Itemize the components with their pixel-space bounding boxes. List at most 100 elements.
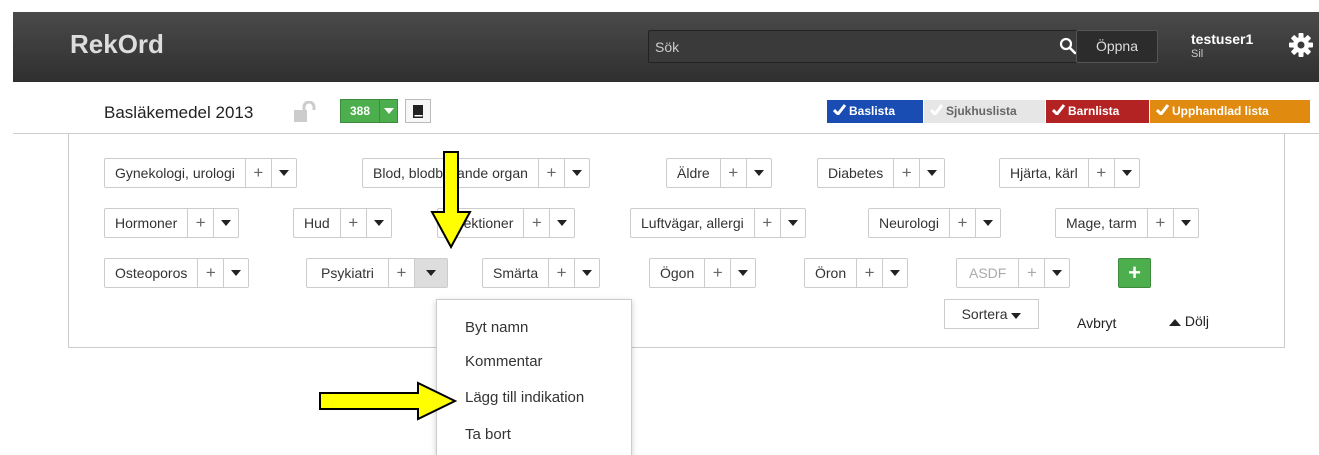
add-item-button[interactable]: +: [894, 159, 921, 187]
add-group-button[interactable]: +: [1118, 258, 1151, 288]
tag-upphandlad-lista[interactable]: Upphandlad lista: [1150, 100, 1310, 123]
top-navbar: RekOrd Sök Öppna testuser1 Sil: [13, 12, 1319, 82]
group-smarta: Smärta +: [482, 258, 601, 288]
list-toolbar: Basläkemedel 2013 388 Baslista Sjukhusli…: [13, 82, 1319, 134]
group-label[interactable]: ASDF: [957, 259, 1020, 287]
chevron-down-icon[interactable]: [272, 159, 296, 187]
chevron-down-icon[interactable]: [1115, 159, 1139, 187]
add-item-button[interactable]: +: [755, 209, 781, 237]
chevron-down-icon[interactable]: [1045, 259, 1069, 287]
menu-item-add-indication[interactable]: Lägg till indikation: [465, 389, 584, 406]
group-context-menu: Byt namn Kommentar Lägg till indikation …: [436, 299, 632, 455]
group-neurologi: Neurologi +: [868, 208, 1001, 238]
group-mage-tarm: Mage, tarm +: [1055, 208, 1199, 238]
group-label[interactable]: Neurologi: [869, 209, 950, 237]
book-button[interactable]: [405, 99, 431, 123]
chevron-down-icon[interactable]: [414, 259, 447, 287]
group-osteoporos: Osteoporos +: [104, 258, 250, 288]
add-item-button[interactable]: +: [341, 209, 367, 237]
unlock-icon[interactable]: [293, 100, 317, 128]
open-button[interactable]: Öppna: [1076, 30, 1158, 63]
group-label[interactable]: Gynekologi, urologi: [105, 159, 246, 187]
chevron-down-icon: [1011, 313, 1022, 319]
add-item-button[interactable]: +: [950, 209, 976, 237]
group-hud: Hud +: [293, 208, 392, 238]
arrow-right-annotation-icon: [319, 381, 458, 421]
add-item-button[interactable]: +: [857, 259, 884, 287]
group-hjarta-karl: Hjärta, kärl +: [999, 158, 1140, 188]
tag-barnlista[interactable]: Barnlista: [1046, 100, 1149, 123]
sort-button[interactable]: Sortera: [944, 299, 1039, 329]
menu-item-rename[interactable]: Byt namn: [465, 319, 528, 336]
tag-baslista[interactable]: Baslista: [827, 100, 923, 123]
checkmark-icon: [929, 100, 944, 123]
checkmark-icon: [1155, 100, 1170, 123]
app-brand[interactable]: RekOrd: [70, 29, 164, 60]
chevron-down-icon[interactable]: [1174, 209, 1198, 237]
search-input[interactable]: Sök: [648, 30, 1084, 63]
tag-sjukhuslista[interactable]: Sjukhuslista: [924, 100, 1045, 123]
add-item-button[interactable]: +: [524, 209, 551, 237]
menu-item-comment[interactable]: Kommentar: [465, 353, 543, 370]
group-label[interactable]: Smärta: [483, 259, 550, 287]
add-item-button[interactable]: +: [246, 159, 272, 187]
count-button[interactable]: 388: [340, 99, 398, 123]
hide-link[interactable]: Dölj: [1169, 313, 1209, 329]
chevron-down-icon[interactable]: [367, 209, 391, 237]
group-aldre: Äldre +: [666, 158, 772, 188]
group-label[interactable]: Hjärta, kärl: [1000, 159, 1089, 187]
user-menu[interactable]: testuser1 Sil: [1191, 31, 1253, 60]
count-value: 388: [349, 104, 371, 118]
chevron-down-icon[interactable]: [224, 259, 248, 287]
chevron-down-icon[interactable]: [550, 209, 574, 237]
group-label[interactable]: Hormoner: [105, 209, 189, 237]
chevron-down-icon[interactable]: [214, 209, 238, 237]
cancel-link[interactable]: Avbryt: [1077, 315, 1116, 331]
group-label[interactable]: Hud: [294, 209, 341, 237]
group-asdf: ASDF +: [956, 258, 1071, 288]
group-gynekologi-urologi: Gynekologi, urologi +: [104, 158, 297, 188]
chevron-down-icon[interactable]: [565, 159, 589, 187]
group-label[interactable]: Äldre: [667, 159, 721, 187]
add-item-button[interactable]: +: [198, 259, 225, 287]
chevron-down-icon[interactable]: [379, 100, 397, 122]
group-label[interactable]: Mage, tarm: [1056, 209, 1148, 237]
chevron-down-icon[interactable]: [781, 209, 805, 237]
chevron-down-icon[interactable]: [976, 209, 1000, 237]
group-label[interactable]: Öron: [805, 259, 858, 287]
menu-item-delete[interactable]: Ta bort: [465, 426, 511, 443]
chevron-down-icon[interactable]: [883, 259, 907, 287]
add-item-button[interactable]: +: [1089, 159, 1115, 187]
gear-icon[interactable]: [1288, 32, 1314, 63]
add-item-button[interactable]: +: [549, 259, 576, 287]
username: testuser1: [1191, 31, 1254, 47]
checkmark-icon: [1051, 100, 1066, 123]
add-item-button[interactable]: +: [389, 259, 415, 287]
add-item-button[interactable]: +: [539, 159, 565, 187]
group-label[interactable]: Ögon: [650, 259, 706, 287]
chevron-up-icon: [1169, 319, 1181, 326]
list-title: Basläkemedel 2013: [104, 103, 254, 122]
user-subtitle: Sil: [1191, 48, 1204, 60]
search-icon[interactable]: [1059, 37, 1077, 60]
chevron-down-icon[interactable]: [731, 259, 755, 287]
group-label[interactable]: Psykiatri: [307, 259, 389, 287]
group-ogon: Ögon +: [649, 258, 757, 288]
chevron-down-icon[interactable]: [920, 159, 944, 187]
add-item-button[interactable]: +: [1019, 259, 1046, 287]
add-item-button[interactable]: +: [705, 259, 732, 287]
group-hormoner: Hormoner +: [104, 208, 240, 238]
add-item-button[interactable]: +: [721, 159, 747, 187]
chevron-down-icon[interactable]: [747, 159, 771, 187]
group-blod: Blod, blodbildande organ +: [362, 158, 590, 188]
add-item-button[interactable]: +: [188, 209, 215, 237]
group-label[interactable]: Osteoporos: [105, 259, 199, 287]
arrow-down-annotation-icon: [430, 151, 472, 250]
chevron-down-icon[interactable]: [575, 259, 599, 287]
add-item-button[interactable]: +: [1148, 209, 1174, 237]
group-label[interactable]: Luftvägar, allergi: [631, 209, 755, 237]
group-psykiatri: Psykiatri +: [306, 258, 448, 288]
group-label[interactable]: Diabetes: [818, 159, 895, 187]
indication-groups-panel: Gynekologi, urologi + Blod, blodbildande…: [68, 134, 1285, 348]
checkmark-icon: [832, 100, 847, 123]
